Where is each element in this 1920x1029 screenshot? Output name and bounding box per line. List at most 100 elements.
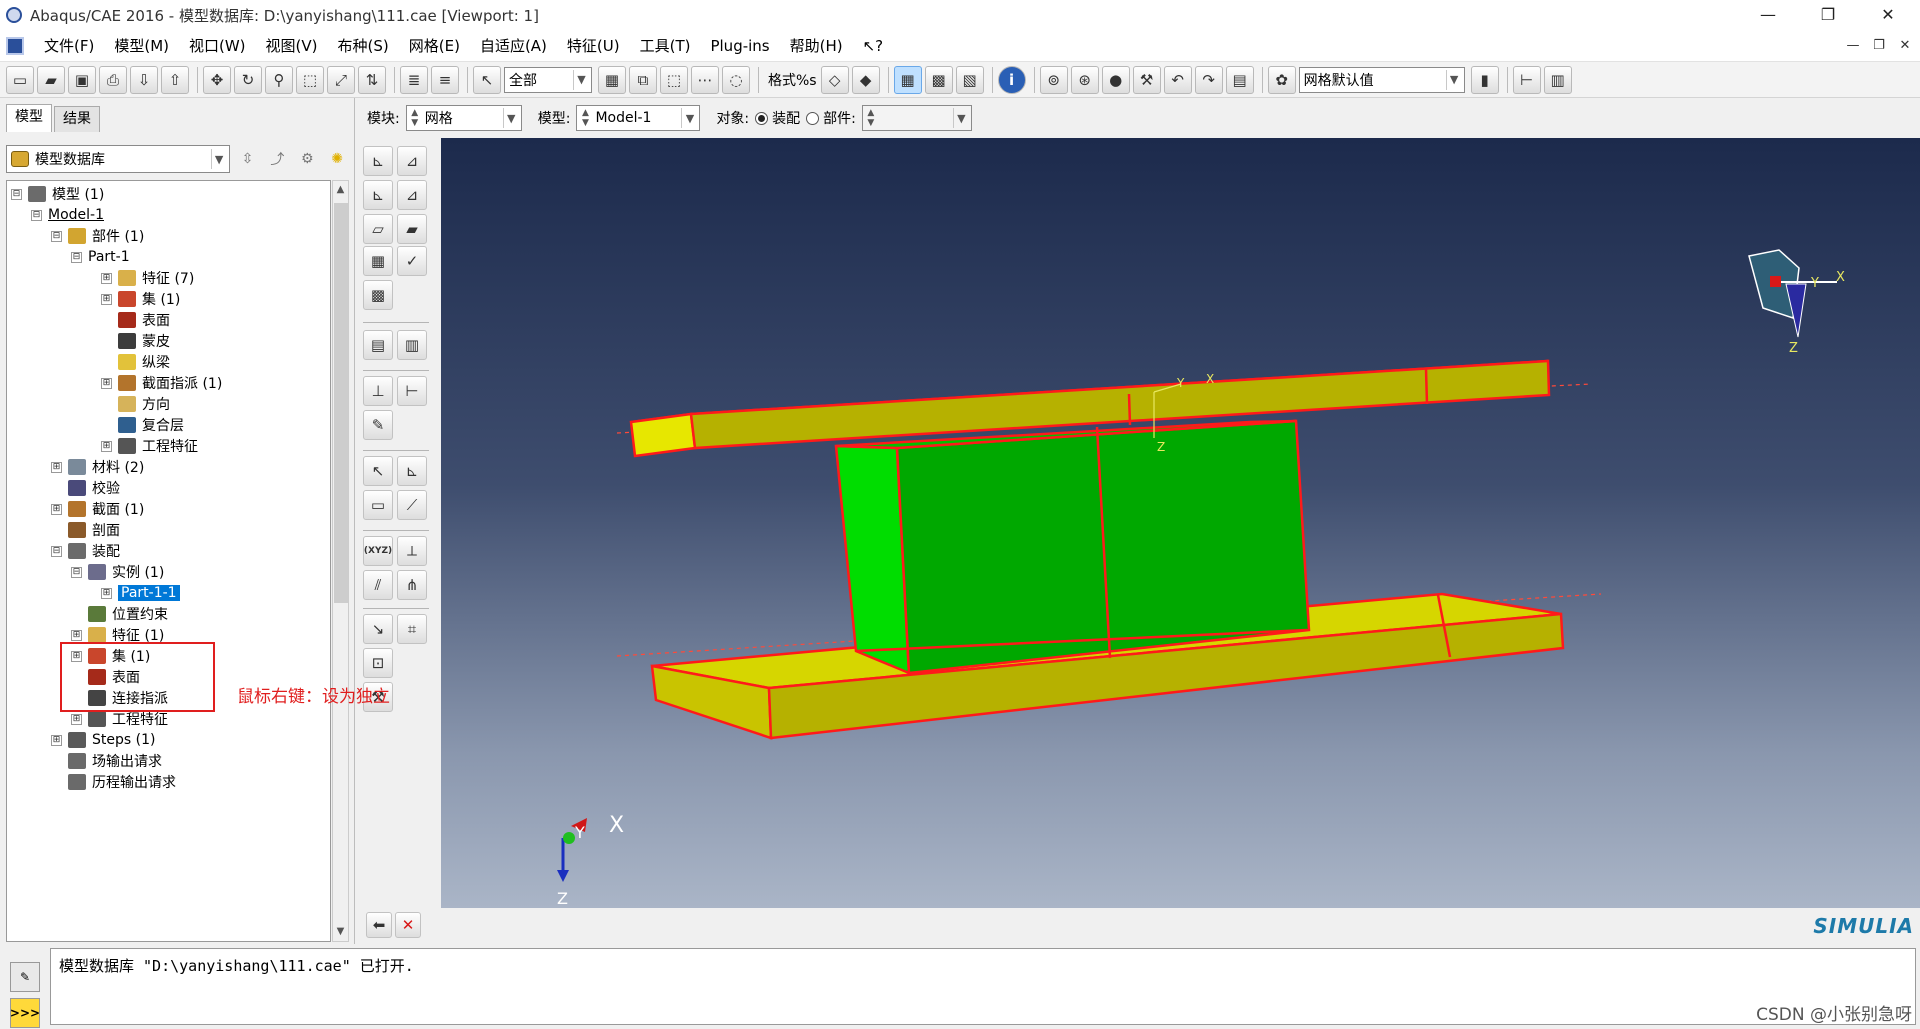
expand-icon[interactable]: ⊞ [101, 272, 112, 284]
delete-seeds-icon[interactable]: ⊾ [363, 180, 393, 210]
pan-icon[interactable]: ✥ [203, 65, 231, 94]
partition-cell-icon[interactable]: ⊢ [397, 376, 427, 406]
open-folder-icon[interactable]: ▰ [37, 65, 65, 94]
mesh-defaults-select[interactable]: 网格默认值 ▼ [1298, 66, 1465, 93]
box-select-icon[interactable]: ⬚ [660, 65, 688, 94]
minimize-icon[interactable]: — [1740, 0, 1796, 30]
rotate-icon[interactable]: ↻ [234, 65, 262, 94]
tree-item-steps[interactable]: ⊞ Steps (1) [51, 729, 155, 751]
menu-mesh[interactable]: 网格(E) [399, 35, 470, 56]
datum-csys-3pt-icon[interactable]: ⋔ [397, 570, 427, 600]
tree-item-assembly[interactable]: ⊟ 装配 [51, 540, 120, 562]
mesh-shade-icon[interactable]: ▧ [955, 65, 984, 94]
tree-item-part-sets[interactable]: ⊞ 集 (1) [101, 288, 180, 310]
restore-icon[interactable]: ❐ [1800, 0, 1856, 30]
tree-scrollbar[interactable]: ▲ ▼ [332, 180, 349, 942]
menu-file[interactable]: 文件(F) [34, 35, 104, 56]
message-area-icon[interactable]: ✎ [10, 962, 40, 992]
tab-model[interactable]: 模型 [6, 104, 52, 132]
tree-item-parts[interactable]: ⊟ 部件 (1) [51, 225, 144, 247]
tree-toggle-icon[interactable]: ⊢ [1512, 65, 1541, 94]
cube-dropdown-icon[interactable]: ▮ [1470, 65, 1499, 94]
tree-item-part-1[interactable]: ⊟ Part-1 [71, 246, 130, 268]
query-point-icon[interactable]: ↖ [363, 456, 393, 486]
element-type-icon[interactable]: ▰ [397, 214, 427, 244]
new-file-icon[interactable]: ▭ [6, 65, 34, 94]
tree-item-part-features[interactable]: ⊞ 特征 (7) [101, 267, 194, 289]
python-shell-icon[interactable]: >>> [10, 998, 40, 1028]
tree-item-models[interactable]: ⊟ 模型 (1) [11, 183, 104, 205]
tree-item-calibrations[interactable]: 校验 [51, 477, 120, 499]
tab-results[interactable]: 结果 [54, 106, 100, 132]
menu-model[interactable]: 模型(M) [104, 35, 179, 56]
query-icon[interactable]: ≡ [431, 65, 459, 94]
lasso-icon[interactable]: ◌ [722, 65, 750, 94]
expand-icon[interactable]: ⊞ [51, 461, 62, 473]
part-select[interactable]: ▲ ▼ ▼ [861, 105, 972, 131]
tree-item-field-output-requests[interactable]: 场输出请求 [51, 750, 162, 772]
info-icon[interactable]: i [997, 65, 1026, 94]
menu-feature[interactable]: 特征(U) [557, 35, 630, 56]
tree-item-part-engineering-features[interactable]: ⊞ 工程特征 [101, 435, 198, 457]
expand-icon[interactable]: ⊞ [51, 503, 62, 515]
datum-plane-icon[interactable]: ⊾ [397, 456, 427, 486]
seed-edges-icon[interactable]: ⊿ [397, 146, 427, 176]
module-select[interactable]: ▲ ▼ 网格 ▼ [405, 105, 522, 131]
mesh-display-icon[interactable]: ▦ [893, 65, 922, 94]
tree-item-composite-layups[interactable]: 复合层 [101, 414, 184, 436]
document-menu-icon[interactable] [6, 36, 24, 55]
expand-icon[interactable]: ⊞ [101, 293, 112, 305]
tree-item-position-constraints[interactable]: 位置约束 [71, 603, 168, 625]
shaded-cube-icon[interactable]: ◆ [851, 65, 880, 94]
sphere-icon[interactable]: ● [1101, 65, 1130, 94]
up-down-arrows-icon[interactable]: ⇳ [236, 147, 260, 171]
tree-item-orientations[interactable]: 方向 [101, 393, 170, 415]
menu-view[interactable]: 视图(V) [256, 35, 328, 56]
display-options-icon[interactable]: ▤ [1225, 65, 1254, 94]
close-icon[interactable]: ✕ [1860, 0, 1916, 30]
menu-viewport[interactable]: 视口(W) [179, 35, 256, 56]
delete-mesh-icon[interactable]: ▩ [363, 280, 393, 310]
select-from-viewport-icon[interactable]: ⧉ [629, 65, 657, 94]
mesh-part-instance-icon[interactable]: ▦ [363, 246, 393, 276]
datum-axes-icon[interactable]: ⟂ [397, 536, 427, 566]
boolean-cut-icon[interactable]: ⊛ [1070, 65, 1099, 94]
datum-axis-icon[interactable]: ▭ [363, 490, 393, 520]
assembly-rotate-icon[interactable]: ⌗ [397, 614, 427, 644]
section-view-icon[interactable]: ⊡ [363, 648, 393, 678]
tree-item-sections[interactable]: ⊞ 截面 (1) [51, 498, 144, 520]
fit-view-icon[interactable]: ⤢ [327, 65, 355, 94]
model-select[interactable]: ▲ ▼ Model-1 ▼ [576, 105, 701, 131]
print-icon[interactable]: ⎙ [99, 65, 127, 94]
expand-icon[interactable]: ⊞ [51, 734, 62, 746]
collapse-icon[interactable]: ⊟ [51, 230, 62, 242]
expand-icon[interactable]: ⊞ [101, 377, 112, 389]
table-icon[interactable]: ▥ [1543, 65, 1572, 94]
save-icon[interactable]: ▣ [68, 65, 96, 94]
export-icon[interactable]: ⇩ [130, 65, 158, 94]
go-up-icon[interactable]: ⤴ [265, 147, 289, 171]
redo-icon[interactable]: ↷ [1194, 65, 1223, 94]
virtual-topology-icon[interactable]: ✎ [363, 410, 393, 440]
mdi-minimize-icon[interactable]: — [1840, 30, 1866, 62]
menu-help[interactable]: 帮助(H) [780, 35, 853, 56]
collapse-icon[interactable]: ⊟ [71, 566, 82, 578]
collapse-icon[interactable]: ⊟ [71, 251, 82, 263]
scroll-up-icon[interactable]: ▲ [333, 181, 348, 199]
assembly-translate-icon[interactable]: ↘ [363, 614, 393, 644]
tree-item-history-output-requests[interactable]: 历程输出请求 [51, 771, 176, 793]
tree-item-materials[interactable]: ⊞ 材料 (2) [51, 456, 144, 478]
back-arrow-icon[interactable]: ⬅ [366, 912, 392, 938]
datum-csys-icon[interactable]: ⟋ [397, 490, 427, 520]
filter-icon[interactable]: ⋯ [691, 65, 719, 94]
mdi-restore-icon[interactable]: ❐ [1866, 30, 1892, 62]
mesh-controls-icon[interactable]: ▱ [363, 214, 393, 244]
menu-seed[interactable]: 布种(S) [328, 35, 399, 56]
box-zoom-icon[interactable]: ⬚ [296, 65, 324, 94]
verify-mesh-icon[interactable]: ✓ [397, 246, 427, 276]
hammer-icon[interactable]: ⚒ [1132, 65, 1161, 94]
flip-view-icon[interactable]: ⇅ [358, 65, 386, 94]
seed-part-instance-icon[interactable]: ⊾ [363, 146, 393, 176]
graphics-viewport[interactable]: Y X Z X Y Z X Y Z [441, 138, 1920, 908]
datum-plane-offset-icon[interactable]: ⫽ [363, 570, 393, 600]
